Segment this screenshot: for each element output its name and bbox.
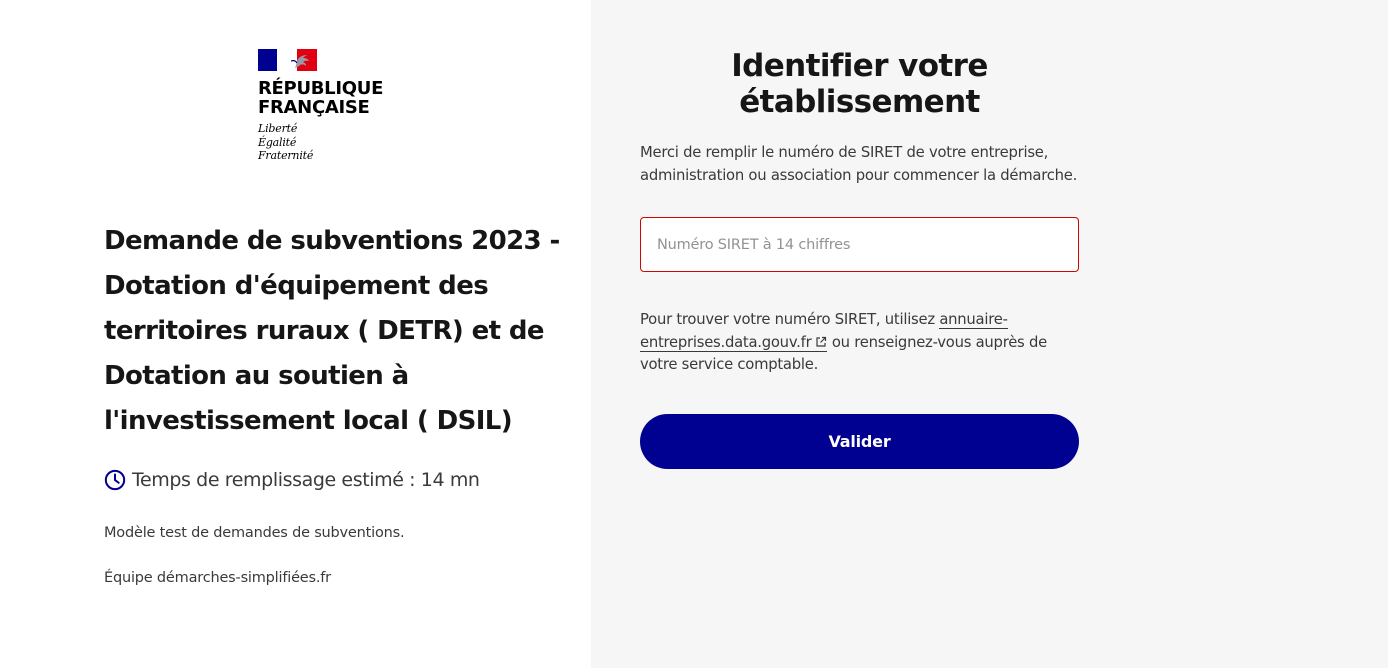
logo-title: République Française bbox=[258, 79, 408, 117]
external-link-icon bbox=[816, 336, 827, 347]
logo-title-line: Française bbox=[258, 97, 370, 118]
procedure-panel: République Française Liberté Égalité Fra… bbox=[0, 0, 591, 668]
motto-line: Liberté bbox=[258, 122, 298, 135]
motto-line: Égalité bbox=[258, 135, 297, 149]
duration-text: Temps de remplissage estimé : 14 mn bbox=[132, 469, 480, 491]
siret-help: Pour trouver votre numéro SIRET, utilise… bbox=[640, 309, 1080, 377]
help-text-before: Pour trouver votre numéro SIRET, utilise… bbox=[640, 311, 940, 328]
procedure-description: Modèle test de demandes de subventions. bbox=[104, 525, 405, 541]
logo-title-line: République bbox=[258, 78, 384, 99]
procedure-title: Demande de subventions 2023 - Dotation d… bbox=[104, 226, 560, 436]
validate-button[interactable]: Valider bbox=[640, 414, 1079, 469]
siret-input[interactable] bbox=[640, 217, 1079, 272]
marianne-profile-icon bbox=[291, 55, 309, 68]
motto-line: Fraternité bbox=[258, 149, 314, 162]
republique-francaise-logo: République Française Liberté Égalité Fra… bbox=[258, 49, 408, 163]
procedure-team: Équipe démarches-simplifiées.fr bbox=[104, 570, 331, 586]
logo-motto: Liberté Égalité Fraternité bbox=[258, 122, 408, 163]
clock-icon bbox=[104, 469, 126, 491]
form-intro: Merci de remplir le numéro de SIRET de v… bbox=[640, 144, 1078, 184]
form-title: Identifier votre établissement bbox=[731, 48, 988, 120]
estimated-duration: Temps de remplissage estimé : 14 mn bbox=[104, 469, 480, 491]
marianne-flag-icon bbox=[258, 49, 317, 71]
